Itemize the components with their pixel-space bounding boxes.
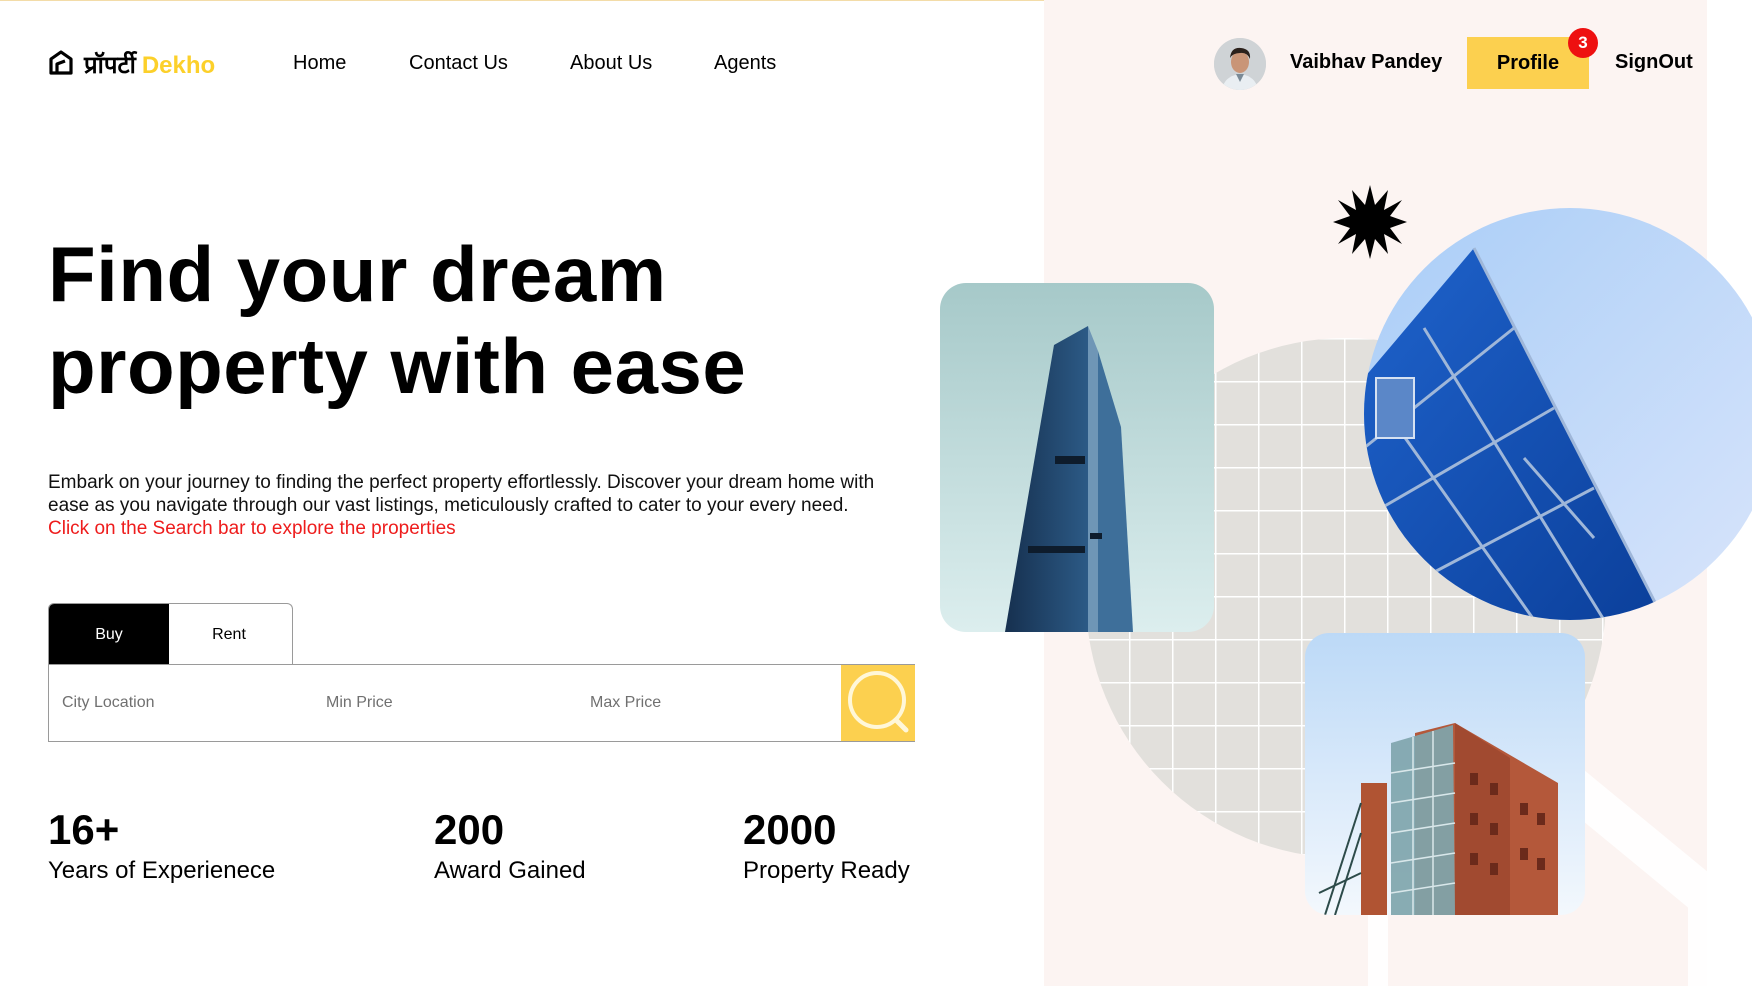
min-price-input[interactable] — [326, 687, 566, 719]
signout-link[interactable]: SignOut — [1615, 51, 1693, 74]
hero-cta-text[interactable]: Click on the Search bar to explore the p… — [48, 518, 456, 539]
notification-badge: 3 — [1568, 28, 1598, 58]
search-tabs: Buy Rent — [48, 603, 293, 665]
stat-property-value: 2000 — [743, 806, 837, 853]
stat-experience-label: Years of Experienece — [48, 857, 276, 884]
tab-rent[interactable]: Rent — [169, 604, 289, 665]
logo[interactable]: प्रॉपर्टी Dekho — [48, 48, 215, 81]
avatar[interactable] — [1214, 38, 1266, 90]
hero-title: Find your dream property with ease — [48, 228, 948, 412]
hero-title-line-2: property with ease — [48, 322, 747, 410]
city-location-input[interactable] — [62, 687, 302, 719]
max-price-input[interactable] — [590, 687, 830, 719]
nav-home[interactable]: Home — [293, 52, 346, 75]
logo-hindi-text: प्रॉपर्टी — [84, 51, 136, 79]
stat-awards-label: Award Gained — [434, 857, 586, 884]
property-image-tower — [940, 283, 1214, 632]
house-logo-icon — [48, 49, 74, 80]
hero-description: Embark on your journey to finding the pe… — [48, 471, 888, 540]
hero-description-text: Embark on your journey to finding the pe… — [48, 472, 875, 516]
tab-buy[interactable]: Buy — [49, 604, 169, 665]
property-image-brick-building — [1305, 633, 1585, 915]
stat-experience-value: 16+ — [48, 806, 120, 853]
user-name: Vaibhav Pandey — [1290, 51, 1443, 73]
search-button[interactable] — [841, 665, 915, 741]
nav-about-us[interactable]: About Us — [570, 52, 652, 75]
logo-english-text: Dekho — [141, 52, 216, 79]
starburst-icon — [1333, 185, 1407, 264]
nav-contact-us[interactable]: Contact Us — [409, 52, 508, 75]
hero-title-line-1: Find your dream — [48, 230, 667, 318]
property-image-glass-facade — [1364, 208, 1752, 620]
search-icon — [844, 668, 912, 739]
stat-property-label: Property Ready — [743, 857, 910, 884]
nav-agents[interactable]: Agents — [714, 52, 776, 75]
search-bar — [48, 664, 915, 742]
stat-awards-value: 200 — [434, 806, 505, 853]
